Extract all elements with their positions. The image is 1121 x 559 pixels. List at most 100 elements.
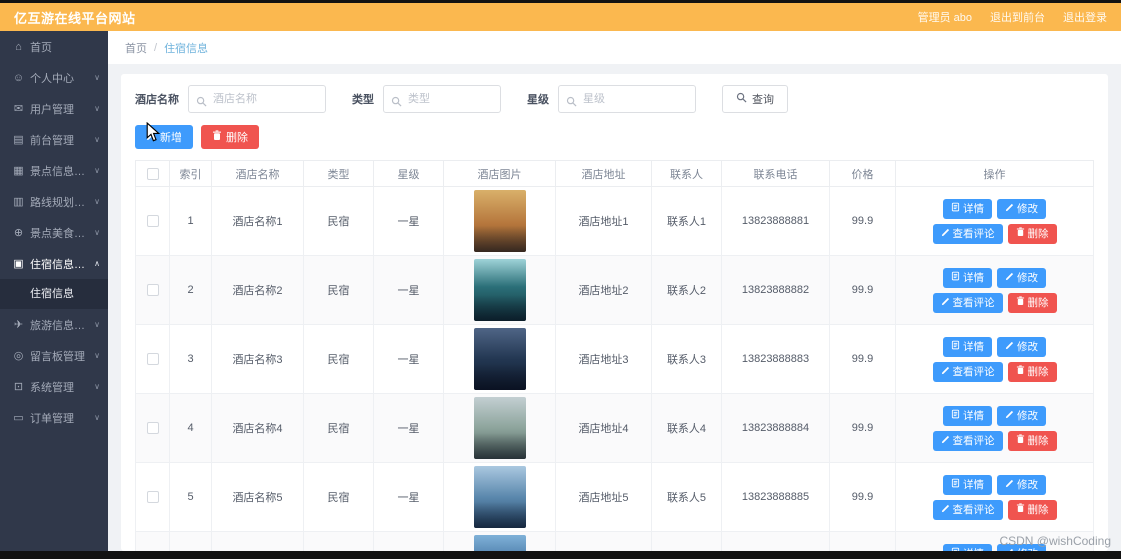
breadcrumb-home-link[interactable]: 首页	[125, 40, 147, 56]
cell-type: 民宿	[303, 531, 374, 551]
cell-contact: 联系人1	[651, 186, 722, 256]
edit-icon	[1005, 341, 1014, 353]
view-comments-button[interactable]: 查看评论	[932, 223, 1003, 244]
sidebar-item-label: 住宿信息管理	[30, 258, 92, 271]
cell-phone: 13823888884	[721, 393, 830, 463]
sidebar-item[interactable]: ⌂ 首页	[0, 31, 108, 62]
sidebar-item[interactable]: ✉ 用户管理 ∨	[0, 93, 108, 124]
window-top-edge	[0, 0, 1121, 3]
user-icon: ☺	[12, 71, 25, 84]
row-actions: 详情修改查看评论删除	[898, 402, 1091, 455]
view-comments-button[interactable]: 查看评论	[932, 292, 1003, 313]
cell-hotel-name: 酒店名称3	[211, 324, 304, 394]
detail-button[interactable]: 详情	[943, 336, 992, 357]
edit-icon	[941, 504, 950, 516]
logout-link[interactable]: 退出登录	[1063, 9, 1107, 25]
table-header-row: 索引 酒店名称 类型 星级 酒店图片 酒店地址 联系人 联系电话 价格 操作	[135, 160, 1094, 187]
view-comments-button[interactable]: 查看评论	[932, 361, 1003, 382]
select-all-checkbox[interactable]	[146, 167, 159, 180]
row-checkbox[interactable]	[146, 422, 159, 435]
sidebar-item[interactable]: ✈ 旅游信息管理 ∨	[0, 309, 108, 340]
chevron-down-icon: ∨	[94, 351, 100, 360]
table-row: 6酒店名称6民宿一星酒店地址6联系人61382388888699.9详情修改查看…	[135, 531, 1094, 551]
sidebar-subitem[interactable]: 住宿信息	[0, 279, 108, 309]
admin-user-label[interactable]: 管理员 abo	[918, 9, 972, 25]
hotel-photo	[473, 535, 526, 551]
sidebar-item[interactable]: ⊡ 系统管理 ∨	[0, 371, 108, 402]
scenic-info-icon: ▦	[13, 165, 24, 177]
breadcrumb: 首页 / 住宿信息	[108, 31, 1121, 64]
cell-address: 酒店地址1	[555, 186, 652, 256]
chevron-down-icon: ∨	[94, 166, 100, 175]
detail-button[interactable]: 详情	[943, 474, 992, 495]
sidebar-item-label: 旅游信息管理	[30, 319, 92, 332]
delete-row-button[interactable]: 删除	[1007, 223, 1057, 244]
column-header: 星级	[373, 160, 444, 187]
sidebar-item[interactable]: ☺ 个人中心 ∨	[0, 62, 108, 93]
cell-star: 一星	[373, 462, 444, 532]
delete-row-button[interactable]: 删除	[1007, 292, 1057, 313]
delete-row-button[interactable]: 删除	[1007, 430, 1057, 451]
row-checkbox[interactable]	[146, 491, 159, 504]
type-field: 类型	[352, 85, 501, 113]
document-icon	[951, 271, 960, 284]
hotel-photo	[473, 397, 526, 459]
edit-button[interactable]: 修改	[997, 336, 1046, 357]
add-button[interactable]: 新增	[135, 125, 193, 149]
trash-icon	[1016, 365, 1025, 378]
system-icon: ⊡	[13, 381, 24, 393]
detail-button[interactable]: 详情	[943, 267, 992, 288]
edit-button[interactable]: 修改	[997, 267, 1046, 288]
query-button[interactable]: 查询	[722, 85, 788, 113]
chevron-down-icon: ∨	[94, 228, 100, 237]
sidebar-item-label: 首页	[30, 41, 52, 54]
sidebar-item[interactable]: ▦ 景点信息管理 ∨	[0, 155, 108, 186]
star-input[interactable]	[558, 85, 696, 113]
document-icon	[951, 478, 960, 491]
sidebar-item[interactable]: ▥ 路线规划管理 ∨	[0, 186, 108, 217]
edit-button[interactable]: 修改	[997, 405, 1046, 426]
cell-hotel-name: 酒店名称6	[211, 531, 304, 551]
view-comments-button[interactable]: 查看评论	[932, 499, 1003, 520]
app-header: 亿互游在线平台网站 管理员 abo 退出到前台 退出登录	[0, 3, 1121, 31]
hotel-photo	[473, 190, 526, 252]
home-icon: ⌂	[15, 40, 22, 53]
detail-button[interactable]: 详情	[943, 198, 992, 219]
sidebar-item[interactable]: ▣ 住宿信息管理 ∧	[0, 248, 108, 279]
message-board-icon: ◎	[13, 350, 24, 362]
edit-button[interactable]: 修改	[997, 474, 1046, 495]
delete-row-button[interactable]: 删除	[1007, 361, 1057, 382]
detail-button[interactable]: 详情	[943, 405, 992, 426]
cell-address: 酒店地址6	[555, 531, 652, 551]
exit-to-front-link[interactable]: 退出到前台	[990, 9, 1045, 25]
cell-index: 2	[169, 255, 212, 325]
sidebar-item[interactable]: ◎ 留言板管理 ∨	[0, 340, 108, 371]
sidebar-item[interactable]: ▭ 订单管理 ∨	[0, 402, 108, 433]
cell-index: 3	[169, 324, 212, 394]
column-header: 酒店图片	[443, 160, 556, 187]
trash-icon	[1016, 296, 1025, 309]
detail-button[interactable]: 详情	[943, 543, 992, 551]
sidebar-item[interactable]: ▤ 前台管理 ∨	[0, 124, 108, 155]
row-checkbox[interactable]	[146, 353, 159, 366]
sidebar-item[interactable]: ⊕ 景点美食管理 ∨	[0, 217, 108, 248]
travel-info-icon: ✈	[13, 319, 24, 331]
sidebar-item-label: 景点信息管理	[30, 165, 92, 178]
hotel-name-input[interactable]	[188, 85, 326, 113]
view-comments-button[interactable]: 查看评论	[932, 430, 1003, 451]
row-checkbox[interactable]	[146, 215, 159, 228]
row-checkbox[interactable]	[146, 284, 159, 297]
edit-button[interactable]: 修改	[997, 198, 1046, 219]
search-icon	[736, 92, 747, 106]
document-icon	[951, 340, 960, 353]
table-body: 1 酒店名称1 民宿 一星 酒店地址1 联系人1 13823888881 99.9 详情 修改 查看…	[135, 186, 1094, 551]
table-row: 4 酒店名称4 民宿 一星 酒店地址4 联系人4 13823888884 99.9 详情 修改 查看…	[135, 393, 1094, 463]
sidebar-item-label: 景点美食管理	[30, 227, 92, 240]
delete-button[interactable]: 删除	[201, 125, 259, 149]
chevron-down-icon: ∨	[94, 135, 100, 144]
edit-icon	[941, 435, 950, 447]
header-links: 管理员 abo 退出到前台 退出登录	[918, 9, 1107, 25]
cell-star: 一星	[373, 324, 444, 394]
delete-row-button[interactable]: 删除	[1007, 499, 1057, 520]
cell-price: 99.9	[829, 531, 896, 551]
